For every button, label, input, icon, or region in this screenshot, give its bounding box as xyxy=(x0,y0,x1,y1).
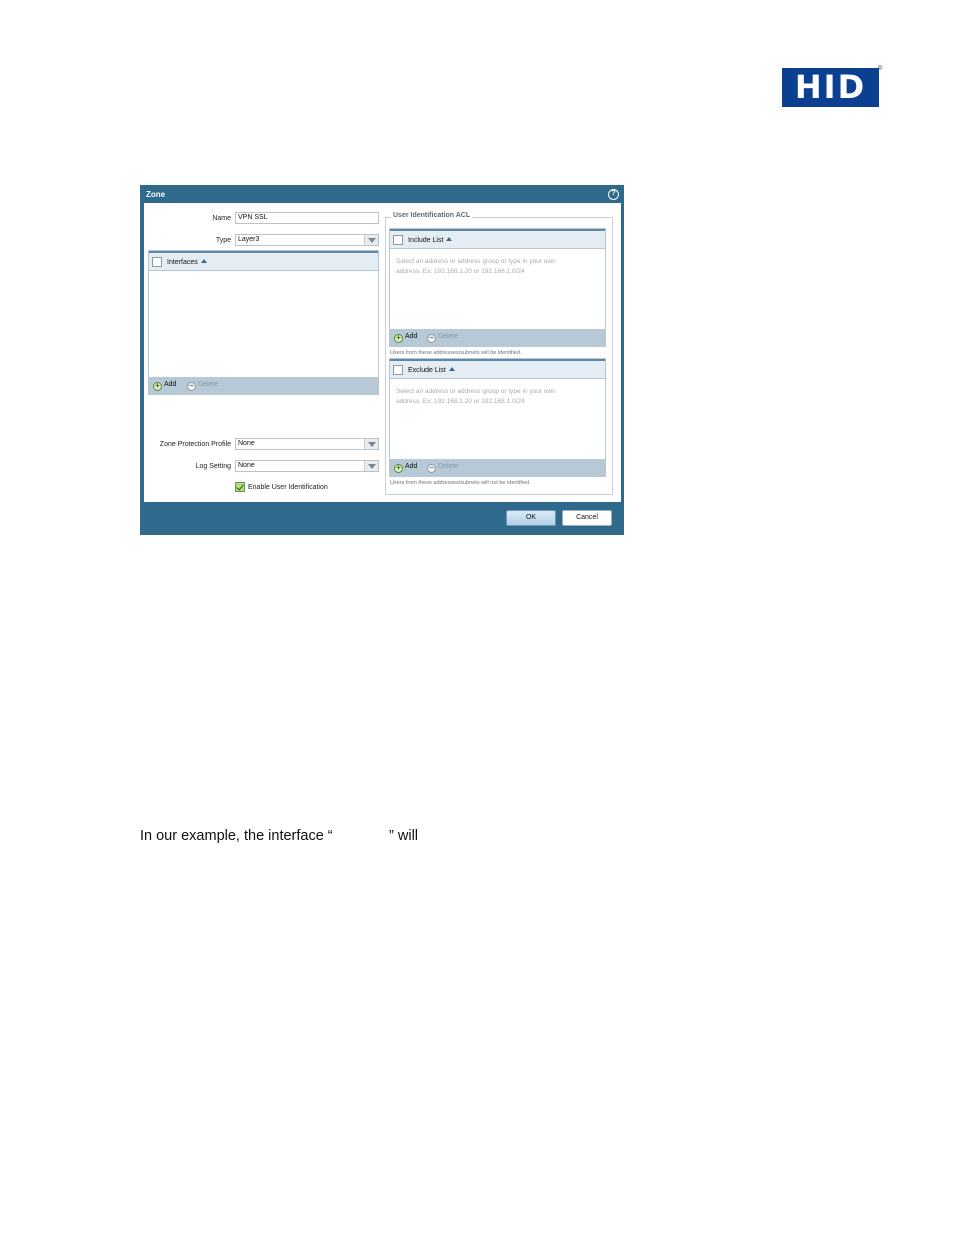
type-label: Type xyxy=(215,237,231,244)
include-list-grid: Include List Select an address or addres… xyxy=(389,228,606,347)
dialog-title: Zone xyxy=(146,190,166,199)
zone-protection-label: Zone Protection Profile xyxy=(159,441,231,448)
exclude-add-label: Add xyxy=(405,463,418,470)
type-select-value: Layer3 xyxy=(238,236,260,243)
log-setting-select[interactable]: None xyxy=(235,460,379,472)
dialog-body: Name VPN SSL Type Layer3 Interfaces + Add xyxy=(144,203,621,502)
exclude-list-grid: Exclude List Select an address or addres… xyxy=(389,358,606,477)
exclude-placeholder-line-2: address. Ex: 192.168.1.20 or 192.168.1.0… xyxy=(396,398,525,405)
sort-ascending-icon xyxy=(200,259,207,263)
type-select[interactable]: Layer3 xyxy=(235,234,379,246)
header-accent-line xyxy=(390,359,605,361)
interfaces-add-label: Add xyxy=(164,381,177,388)
ok-button[interactable]: OK xyxy=(506,510,556,526)
chevron-down-icon[interactable] xyxy=(364,235,378,245)
add-icon: + xyxy=(394,464,403,473)
zone-protection-value: None xyxy=(238,440,255,447)
delete-icon: − xyxy=(187,382,196,391)
chevron-down-icon[interactable] xyxy=(364,439,378,449)
include-add-button[interactable]: + Add xyxy=(394,333,417,343)
enable-user-id-checkbox[interactable] xyxy=(235,482,245,492)
name-input[interactable]: VPN SSL xyxy=(235,212,379,224)
sort-ascending-icon xyxy=(448,367,455,371)
include-add-label: Add xyxy=(405,333,418,340)
help-icon[interactable]: ? xyxy=(608,189,619,200)
log-setting-label: Log Setting xyxy=(195,463,231,470)
include-delete-button[interactable]: − Delete xyxy=(427,333,458,343)
header-accent-line xyxy=(390,229,605,231)
hid-logo-text: HID xyxy=(794,68,867,106)
name-label: Name xyxy=(212,215,231,222)
interfaces-column-header[interactable]: Interfaces xyxy=(167,259,207,266)
zone-dialog: Zone ? Name VPN SSL Type Layer3 Interfac… xyxy=(140,185,624,535)
chevron-down-icon[interactable] xyxy=(364,461,378,471)
exclude-note: Users from these addresses/subnets will … xyxy=(390,480,531,486)
include-placeholder-line-1: Select an address or address group or ty… xyxy=(396,258,556,265)
delete-icon: − xyxy=(427,464,436,473)
body-paragraph: In our example, the interface “ ” will xyxy=(140,828,419,844)
header-accent-line xyxy=(149,251,378,253)
select-all-checkbox[interactable] xyxy=(152,257,162,267)
registered-mark: ® xyxy=(878,66,883,72)
exclude-list-footer: + Add − Delete xyxy=(390,459,605,477)
interfaces-grid-footer: + Add − Delete xyxy=(149,377,378,395)
exclude-placeholder[interactable]: Select an address or address group or ty… xyxy=(396,387,556,407)
user-id-acl-legend: User Identification ACL xyxy=(391,212,473,219)
interfaces-grid-header: Interfaces xyxy=(149,251,378,271)
exclude-placeholder-line-1: Select an address or address group or ty… xyxy=(396,388,556,395)
add-icon: + xyxy=(153,382,162,391)
interfaces-add-button[interactable]: + Add xyxy=(153,381,176,391)
cancel-button[interactable]: Cancel xyxy=(562,510,612,526)
hid-logo: HID xyxy=(782,68,879,107)
delete-icon: − xyxy=(427,334,436,343)
exclude-list-column-header[interactable]: Exclude List xyxy=(408,367,455,374)
zone-protection-select[interactable]: None xyxy=(235,438,379,450)
exclude-delete-label: Delete xyxy=(438,463,459,470)
sort-ascending-icon xyxy=(446,237,453,241)
enable-user-id-label: Enable User Identification xyxy=(248,484,328,491)
interfaces-header-label: Interfaces xyxy=(167,259,198,266)
include-note: Users from these addresses/subnets will … xyxy=(390,350,522,356)
include-placeholder[interactable]: Select an address or address group or ty… xyxy=(396,257,556,277)
include-list-header-label: Include List xyxy=(408,237,444,244)
interfaces-delete-label: Delete xyxy=(198,381,219,388)
interfaces-grid: Interfaces + Add − Delete xyxy=(148,250,379,395)
include-placeholder-line-2: address. Ex: 192.168.1.20 or 192.168.1.0… xyxy=(396,268,525,275)
include-list-header: Include List xyxy=(390,229,605,249)
log-setting-value: None xyxy=(238,462,255,469)
include-list-column-header[interactable]: Include List xyxy=(408,237,453,244)
exclude-select-all-checkbox[interactable] xyxy=(393,365,403,375)
add-icon: + xyxy=(394,334,403,343)
interfaces-delete-button[interactable]: − Delete xyxy=(187,381,218,391)
exclude-list-header-label: Exclude List xyxy=(408,367,446,374)
exclude-add-button[interactable]: + Add xyxy=(394,463,417,473)
exclude-list-header: Exclude List xyxy=(390,359,605,379)
exclude-delete-button[interactable]: − Delete xyxy=(427,463,458,473)
include-delete-label: Delete xyxy=(438,333,459,340)
include-select-all-checkbox[interactable] xyxy=(393,235,403,245)
include-list-footer: + Add − Delete xyxy=(390,329,605,347)
